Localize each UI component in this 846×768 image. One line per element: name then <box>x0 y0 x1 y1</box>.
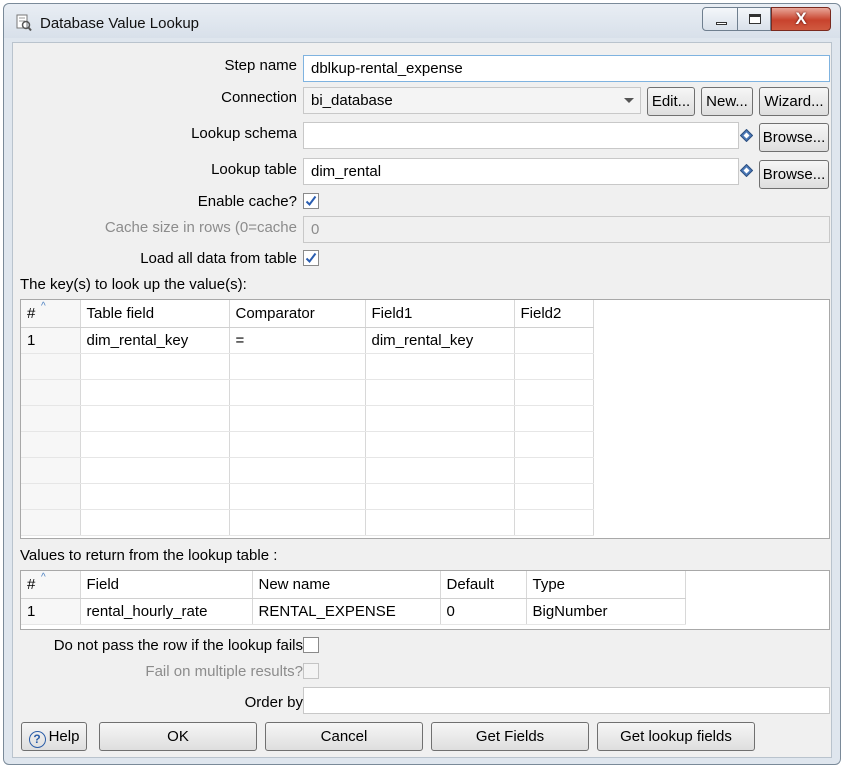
table-cell[interactable]: 1 <box>21 327 81 354</box>
table-cell[interactable]: RENTAL_EXPENSE <box>252 598 441 625</box>
minimize-button[interactable] <box>702 7 738 31</box>
column-header[interactable]: Table field <box>80 300 230 328</box>
cache-size-label: Cache size in rows (0=cache <box>104 219 297 236</box>
get-lookup-fields-button[interactable]: Get lookup fields <box>597 722 755 751</box>
lookup-schema-input[interactable] <box>303 122 739 149</box>
fail-multiple-label: Fail on multiple results? <box>145 663 303 680</box>
new-connection-button[interactable]: New... <box>701 87 753 116</box>
lookup-table-input[interactable]: dim_rental <box>303 158 739 185</box>
table-cell[interactable]: = <box>229 327 366 354</box>
minimize-icon <box>716 22 727 25</box>
enable-cache-checkbox[interactable] <box>303 193 319 209</box>
column-header[interactable]: Field <box>80 571 253 599</box>
help-button[interactable]: ? Help <box>21 722 87 751</box>
table-row[interactable]: 1 rental_hourly_rate RENTAL_EXPENSE 0 Bi… <box>21 598 686 625</box>
keys-table-label: The key(s) to look up the value(s): <box>20 276 247 293</box>
lookup-table-label: Lookup table <box>211 161 297 178</box>
empty-row[interactable] <box>21 405 594 432</box>
browse-table-button[interactable]: Browse... <box>759 160 829 189</box>
column-header[interactable]: Field2 <box>514 300 594 328</box>
variable-diamond-icon <box>740 129 753 142</box>
table-cell[interactable]: dim_rental_key <box>365 327 515 354</box>
checkmark-icon <box>305 252 317 264</box>
ok-button[interactable]: OK <box>99 722 257 751</box>
edit-connection-button[interactable]: Edit... <box>647 87 695 116</box>
table-cell[interactable]: dim_rental_key <box>80 327 230 354</box>
empty-row[interactable] <box>21 457 594 484</box>
step-name-input[interactable]: dblkup-rental_expense <box>303 55 830 82</box>
close-icon: X <box>795 9 807 28</box>
empty-row[interactable] <box>21 353 594 380</box>
column-header[interactable]: Comparator <box>229 300 366 328</box>
empty-row[interactable] <box>21 379 594 406</box>
column-header[interactable]: # ^ <box>21 571 81 599</box>
lookup-step-icon <box>16 14 32 32</box>
maximize-icon <box>749 14 761 24</box>
keys-table: # ^ Table field Comparator Field1 Field2 … <box>20 299 830 539</box>
load-all-label: Load all data from table <box>140 250 297 267</box>
lookup-schema-label: Lookup schema <box>191 125 297 142</box>
cancel-button[interactable]: Cancel <box>265 722 423 751</box>
connection-label: Connection <box>221 89 297 106</box>
do-not-pass-label: Do not pass the row if the lookup fails <box>53 637 303 654</box>
title-bar[interactable]: Database Value Lookup X <box>4 4 840 38</box>
values-table: # ^ Field New name Default Type 1 rental_… <box>20 570 830 630</box>
close-button[interactable]: X <box>771 7 831 31</box>
fail-multiple-checkbox[interactable] <box>303 663 319 679</box>
table-row[interactable]: 1 dim_rental_key = dim_rental_key <box>21 327 594 354</box>
column-header[interactable]: # ^ <box>21 300 81 328</box>
dialog-body: Step name dblkup-rental_expense Connecti… <box>12 42 832 758</box>
table-cell[interactable]: rental_hourly_rate <box>80 598 253 625</box>
do-not-pass-checkbox[interactable] <box>303 637 319 653</box>
column-header[interactable]: Default <box>440 571 527 599</box>
help-icon: ? <box>28 731 46 748</box>
table-cell[interactable]: BigNumber <box>526 598 686 625</box>
values-table-label: Values to return from the lookup table : <box>20 547 278 564</box>
load-all-checkbox[interactable] <box>303 250 319 266</box>
help-button-label: Help <box>48 728 80 745</box>
sort-caret-icon: ^ <box>41 301 46 312</box>
browse-schema-button[interactable]: Browse... <box>759 123 829 152</box>
table-cell[interactable] <box>514 327 594 354</box>
empty-row[interactable] <box>21 483 594 510</box>
empty-row[interactable] <box>21 509 594 536</box>
enable-cache-label: Enable cache? <box>197 193 297 210</box>
variable-diamond-icon <box>740 164 753 177</box>
connection-select[interactable]: bi_database <box>303 87 641 114</box>
get-fields-button[interactable]: Get Fields <box>431 722 589 751</box>
sort-caret-icon: ^ <box>41 572 46 583</box>
dialog-window: Database Value Lookup X Step name dblkup… <box>3 3 841 765</box>
chevron-down-icon[interactable] <box>624 98 634 103</box>
column-header[interactable]: Type <box>526 571 686 599</box>
wizard-button[interactable]: Wizard... <box>759 87 829 116</box>
order-by-input[interactable] <box>303 687 830 714</box>
empty-row[interactable] <box>21 431 594 458</box>
column-header[interactable]: New name <box>252 571 441 599</box>
order-by-label: Order by <box>244 694 303 711</box>
checkmark-icon <box>305 195 317 207</box>
window-title: Database Value Lookup <box>40 15 200 32</box>
table-cell[interactable]: 1 <box>21 598 81 625</box>
table-cell[interactable]: 0 <box>440 598 527 625</box>
cache-size-input[interactable]: 0 <box>303 216 830 243</box>
connection-selected-value: bi_database <box>311 92 393 109</box>
step-name-label: Step name <box>224 57 297 74</box>
maximize-button[interactable] <box>737 7 771 31</box>
column-header[interactable]: Field1 <box>365 300 515 328</box>
